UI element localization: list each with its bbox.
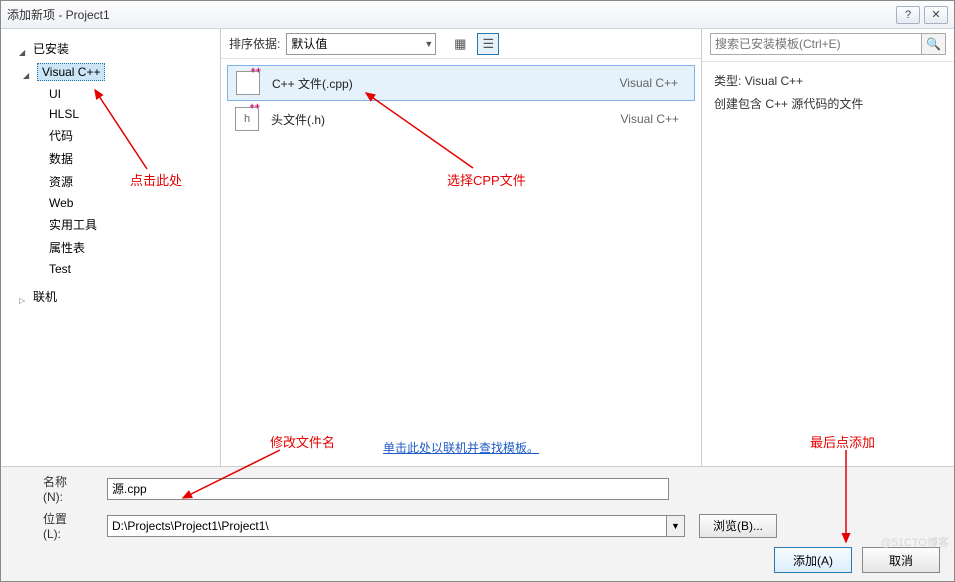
online-search-link-area: 单击此处以联机并查找模板。 bbox=[221, 431, 701, 466]
name-label: 名称(N): bbox=[11, 473, 71, 504]
add-new-item-dialog: 添加新项 - Project1 ? ✕ 已安装 Visual C++ UI HL… bbox=[0, 0, 955, 582]
description-text: 创建包含 C++ 源代码的文件 bbox=[714, 95, 942, 112]
name-input[interactable] bbox=[107, 478, 669, 500]
view-list-button[interactable]: ☰ bbox=[477, 33, 499, 55]
chevron-down-icon bbox=[19, 44, 29, 54]
upper-area: 已安装 Visual C++ UI HLSL 代码 数据 资源 Web 实用工具… bbox=[1, 29, 954, 466]
grid-small-icon: ▦ bbox=[454, 36, 466, 52]
template-list: C++ 文件(.cpp) Visual C++ h 头文件(.h) Visual… bbox=[221, 59, 701, 431]
type-value: Visual C++ bbox=[745, 74, 803, 88]
chevron-down-icon bbox=[23, 67, 33, 77]
tree-item-propsheet[interactable]: 属性表 bbox=[1, 236, 220, 259]
list-icon: ☰ bbox=[482, 36, 494, 52]
tree-item-test[interactable]: Test bbox=[1, 259, 220, 279]
chevron-right-icon bbox=[19, 292, 29, 302]
chevron-down-icon: ▼ bbox=[671, 521, 680, 531]
watermark: @51CTO博客 bbox=[881, 534, 949, 550]
tree-visual-cpp[interactable]: Visual C++ bbox=[1, 60, 220, 84]
tree-item-web[interactable]: Web bbox=[1, 193, 220, 213]
cancel-button[interactable]: 取消 bbox=[862, 547, 940, 573]
cpp-file-icon bbox=[236, 71, 260, 95]
search-button[interactable]: 🔍 bbox=[922, 33, 946, 55]
browse-button[interactable]: 浏览(B)... bbox=[699, 514, 777, 538]
template-cpp-file[interactable]: C++ 文件(.cpp) Visual C++ bbox=[227, 65, 695, 101]
dialog-content: 已安装 Visual C++ UI HLSL 代码 数据 资源 Web 实用工具… bbox=[1, 29, 954, 581]
template-toolbar: 排序依据: ▼ ▦ ☰ bbox=[221, 29, 701, 59]
tree-item-resource[interactable]: 资源 bbox=[1, 170, 220, 193]
template-pane: 排序依据: ▼ ▦ ☰ C++ 文件(.cpp) Visual C++ bbox=[221, 29, 702, 466]
help-button[interactable]: ? bbox=[896, 6, 920, 24]
details-pane: 🔍 类型: Visual C++ 创建包含 C++ 源代码的文件 bbox=[702, 29, 954, 466]
add-button[interactable]: 添加(A) bbox=[774, 547, 852, 573]
bottom-form: 名称(N): 位置(L): ▼ 浏览(B)... 添加(A) 取消 bbox=[1, 466, 954, 581]
template-description: 类型: Visual C++ 创建包含 C++ 源代码的文件 bbox=[702, 62, 954, 128]
category-tree: 已安装 Visual C++ UI HLSL 代码 数据 资源 Web 实用工具… bbox=[1, 29, 221, 466]
tree-online[interactable]: 联机 bbox=[1, 285, 220, 308]
template-header-file[interactable]: h 头文件(.h) Visual C++ bbox=[227, 101, 695, 137]
tree-item-code[interactable]: 代码 bbox=[1, 124, 220, 147]
tree-item-data[interactable]: 数据 bbox=[1, 147, 220, 170]
search-input[interactable] bbox=[710, 33, 922, 55]
sort-label: 排序依据: bbox=[229, 35, 280, 52]
type-label: 类型: bbox=[714, 72, 741, 89]
tree-item-hlsl[interactable]: HLSL bbox=[1, 104, 220, 124]
sort-select[interactable] bbox=[286, 33, 436, 55]
online-search-link[interactable]: 单击此处以联机并查找模板。 bbox=[383, 441, 539, 455]
location-label: 位置(L): bbox=[11, 510, 71, 541]
dropdown-arrow-icon: ▼ bbox=[424, 39, 433, 49]
dialog-title: 添加新项 - Project1 bbox=[7, 6, 892, 23]
tree-item-ui[interactable]: UI bbox=[1, 84, 220, 104]
tree-installed[interactable]: 已安装 bbox=[1, 37, 220, 60]
close-button[interactable]: ✕ bbox=[924, 6, 948, 24]
view-small-icons-button[interactable]: ▦ bbox=[449, 33, 471, 55]
search-icon: 🔍 bbox=[926, 37, 941, 51]
header-file-icon: h bbox=[235, 107, 259, 131]
location-input[interactable] bbox=[107, 515, 667, 537]
titlebar: 添加新项 - Project1 ? ✕ bbox=[1, 1, 954, 29]
search-area: 🔍 bbox=[702, 29, 954, 62]
tree-item-utility[interactable]: 实用工具 bbox=[1, 213, 220, 236]
location-dropdown-button[interactable]: ▼ bbox=[667, 515, 685, 537]
